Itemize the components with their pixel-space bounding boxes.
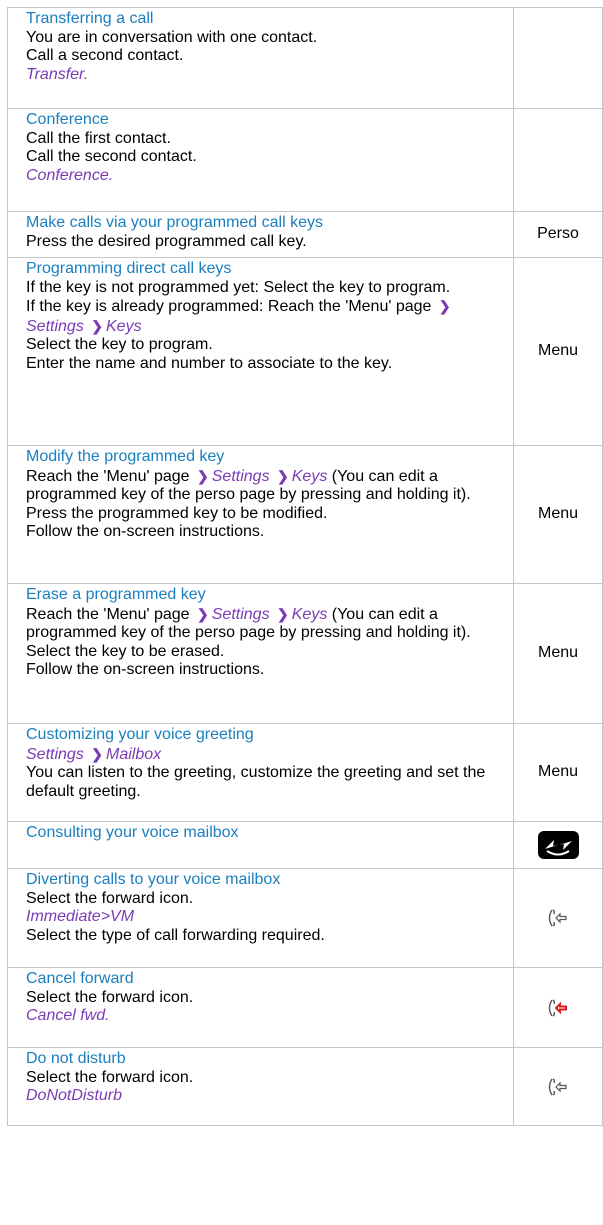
row-side	[513, 821, 603, 869]
section-title: Customizing your voice greeting	[26, 726, 254, 743]
instruction-text-part: Reach the 'Menu' page	[26, 467, 190, 485]
table-row: Transferring a call You are in conversat…	[7, 7, 603, 109]
breadcrumb-arrow-icon: ❯	[197, 605, 209, 622]
table-row: Conference Call the first contact. Call …	[7, 108, 603, 212]
row-text: Transferring a call You are in conversat…	[7, 7, 514, 109]
row-side	[513, 108, 603, 212]
menu-path-keys: Keys	[291, 605, 328, 623]
menu-path-keys: Keys	[291, 467, 328, 485]
row-text: Customizing your voice greeting Settings…	[7, 723, 514, 822]
instruction-text: Select the key to program.	[26, 336, 213, 353]
menu-path-keys: Keys	[106, 317, 142, 335]
instruction-text: Enter the name and number to associate t…	[26, 354, 393, 372]
instruction-text: Call the first contact.	[26, 129, 171, 147]
breadcrumb-arrow-icon: ❯	[197, 467, 209, 484]
row-text: Consulting your voice mailbox	[7, 821, 514, 869]
row-text: Modify the programmed key Reach the 'Men…	[7, 445, 514, 584]
instruction-text: Select the forward icon.	[26, 889, 194, 907]
row-text: Erase a programmed key Reach the 'Menu' …	[7, 583, 514, 724]
instruction-text: Press the programmed key to be modified.	[26, 504, 328, 522]
table-row: Programming direct call keys If the key …	[7, 257, 603, 446]
breadcrumb-arrow-icon: ❯	[91, 745, 103, 762]
menu-key-label: Menu	[513, 723, 603, 822]
table-row: Modify the programmed key Reach the 'Men…	[7, 445, 603, 584]
instruction-text: Select the key to be erased.	[26, 642, 225, 660]
breadcrumb-arrow-icon: ❯	[277, 467, 289, 484]
section-title: Programming direct call keys	[26, 260, 232, 277]
softkey-label: DoNotDisturb	[26, 1087, 123, 1104]
softkey-label: Immediate>VM	[26, 908, 135, 925]
table-row: Erase a programmed key Reach the 'Menu' …	[7, 583, 603, 724]
instruction-table: Transferring a call You are in conversat…	[7, 7, 603, 1126]
menu-path-settings: Settings	[26, 317, 84, 335]
instruction-text: You are in conversation with one contact…	[26, 28, 318, 46]
softkey-label: Cancel fwd.	[26, 1007, 110, 1024]
section-title: Consulting your voice mailbox	[26, 824, 239, 841]
row-side	[513, 967, 603, 1048]
breadcrumb-arrow-icon: ❯	[277, 605, 289, 622]
instruction-text: Call a second contact.	[26, 47, 184, 64]
instruction-text: If the key is already programmed: Reach …	[26, 297, 503, 336]
row-text: Cancel forward Select the forward icon. …	[7, 967, 514, 1048]
instruction-text: Settings ❯ Mailbox	[26, 745, 503, 765]
section-title: Erase a programmed key	[26, 586, 206, 603]
section-title: Conference	[26, 111, 109, 128]
forward-icon	[545, 907, 571, 929]
row-text: Make calls via your programmed call keys…	[7, 211, 514, 258]
table-row: Consulting your voice mailbox	[7, 821, 603, 869]
voicemail-key-icon	[537, 831, 579, 859]
breadcrumb-arrow-icon: ❯	[438, 298, 451, 314]
menu-path-mailbox: Mailbox	[106, 745, 162, 763]
breadcrumb-arrow-icon: ❯	[91, 317, 103, 334]
row-text: Programming direct call keys If the key …	[7, 257, 514, 446]
section-title: Transferring a call	[26, 10, 154, 27]
row-text: Conference Call the first contact. Call …	[7, 108, 514, 212]
table-row: Diverting calls to your voice mailbox Se…	[7, 868, 603, 968]
instruction-text: Select the type of call forwarding requi…	[26, 926, 325, 944]
row-side	[513, 868, 603, 968]
instruction-text-part: Reach the 'Menu' page	[26, 605, 190, 623]
forward-icon	[545, 1076, 571, 1098]
menu-key-label: Menu	[513, 583, 603, 724]
menu-key-label: Menu	[513, 257, 603, 446]
menu-path-settings: Settings	[211, 605, 270, 623]
perso-key-label: Perso	[513, 211, 603, 258]
section-title: Make calls via your programmed call keys	[26, 214, 323, 231]
instruction-text: Follow the on-screen instructions.	[26, 523, 265, 540]
instruction-text: Press the desired programmed call key.	[26, 232, 307, 250]
table-row: Customizing your voice greeting Settings…	[7, 723, 603, 822]
section-title: Do not disturb	[26, 1050, 126, 1067]
menu-path-settings: Settings	[211, 467, 270, 485]
instruction-text: Follow the on-screen instructions.	[26, 661, 265, 678]
row-side	[513, 7, 603, 109]
instruction-text: Reach the 'Menu' page ❯ Settings ❯ Keys (Y…	[26, 467, 503, 505]
section-title: Cancel forward	[26, 970, 134, 987]
instruction-text: If the key is not programmed yet: Select…	[26, 278, 451, 296]
row-text: Do not disturb Select the forward icon. …	[7, 1047, 514, 1126]
instruction-text: Select the forward icon.	[26, 988, 194, 1006]
menu-key-label: Menu	[513, 445, 603, 584]
row-text: Diverting calls to your voice mailbox Se…	[7, 868, 514, 968]
softkey-label: Conference.	[26, 166, 114, 184]
menu-path-settings: Settings	[26, 745, 84, 763]
table-row: Cancel forward Select the forward icon. …	[7, 967, 603, 1048]
instruction-text-part: If the key is already programmed: Reach …	[26, 298, 432, 315]
instruction-text: Call the second contact.	[26, 148, 197, 165]
row-side	[513, 1047, 603, 1126]
instruction-text: You can listen to the greeting, customiz…	[26, 764, 486, 800]
table-row: Make calls via your programmed call keys…	[7, 211, 603, 258]
softkey-label: Transfer.	[26, 65, 89, 83]
section-title: Diverting calls to your voice mailbox	[26, 871, 281, 888]
section-title: Modify the programmed key	[26, 448, 225, 465]
instruction-text: Select the forward icon.	[26, 1068, 194, 1086]
forward-active-icon	[545, 997, 571, 1019]
table-row: Do not disturb Select the forward icon. …	[7, 1047, 603, 1126]
instruction-text: Reach the 'Menu' page ❯ Settings ❯ Keys (Y…	[26, 605, 503, 643]
